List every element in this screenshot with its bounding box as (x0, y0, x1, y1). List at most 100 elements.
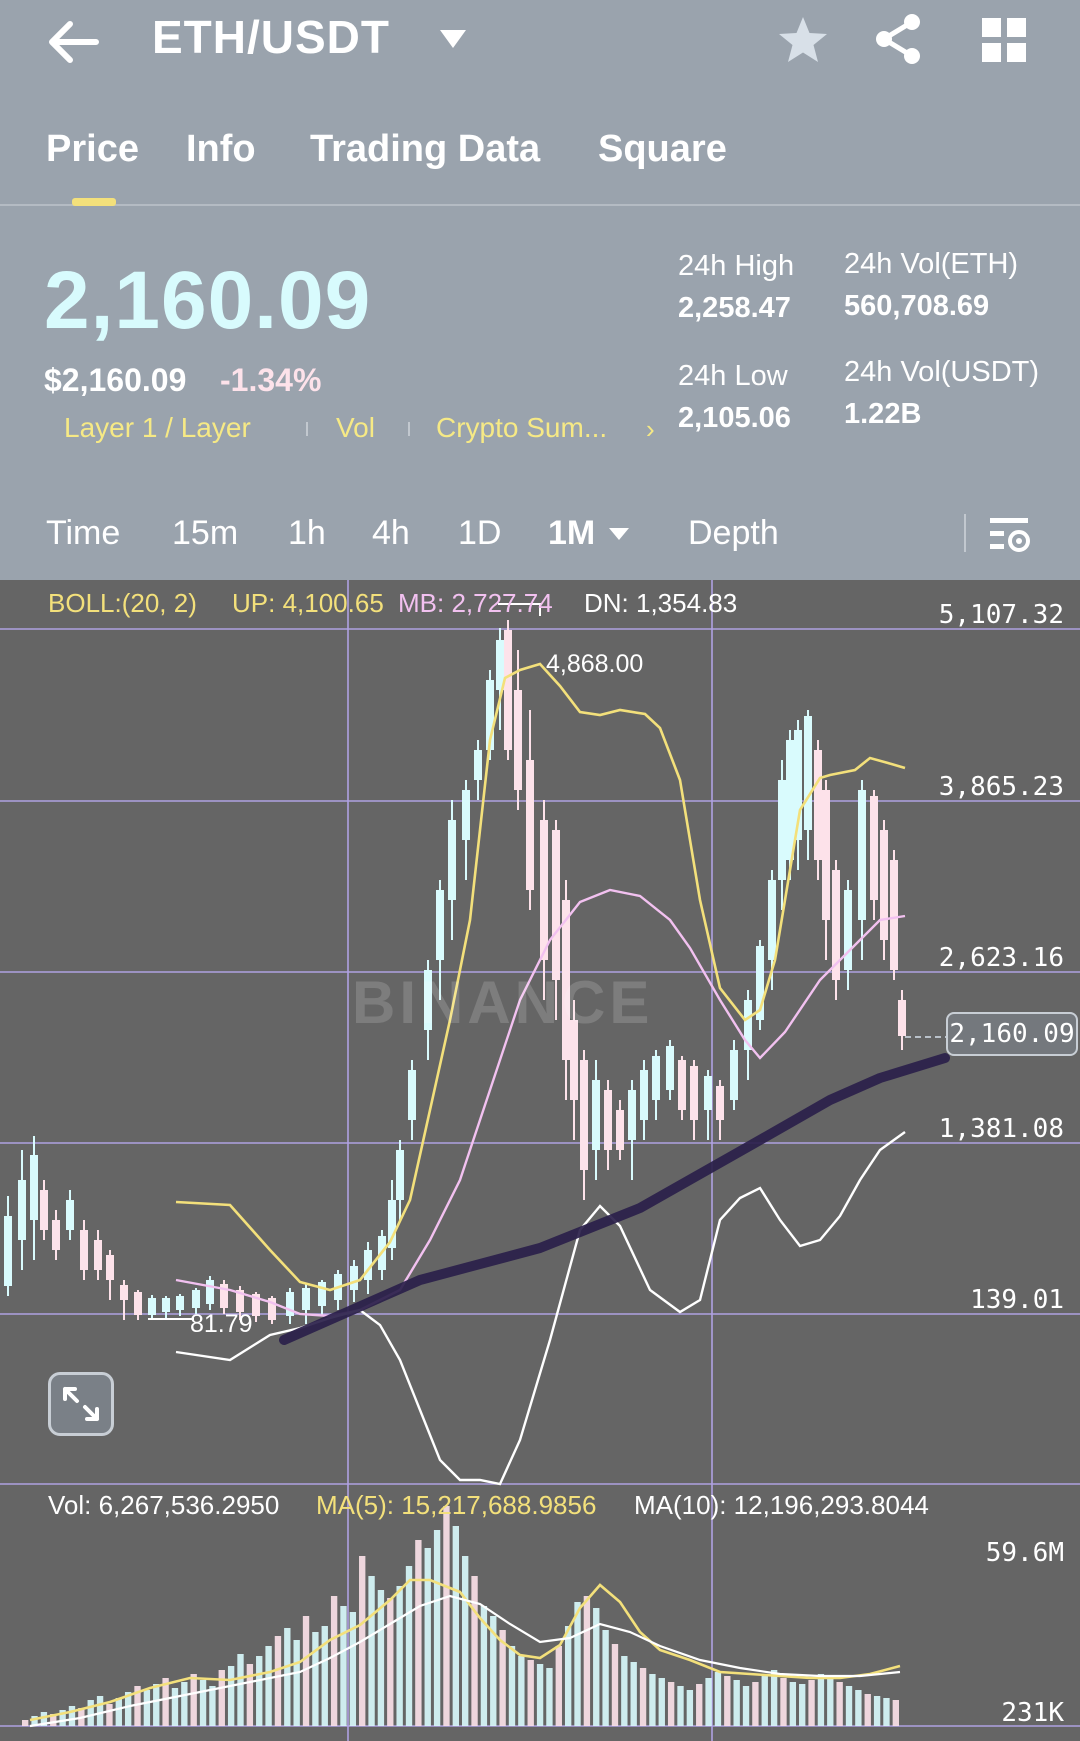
volume-ma5-value: MA(5): 15,217,688.9856 (316, 1490, 597, 1520)
candle-body (148, 1298, 156, 1315)
vol-eth-value: 560,708.69 (844, 290, 990, 322)
caret-down-icon[interactable] (438, 26, 468, 52)
chevron-right-icon[interactable]: › (646, 414, 655, 445)
grid-icon[interactable] (978, 14, 1030, 66)
volume-bar (752, 1682, 759, 1726)
caret-down-icon[interactable] (608, 526, 630, 542)
interval-1h[interactable]: 1h (288, 514, 326, 553)
candle-body (80, 1230, 88, 1270)
volume-bar (836, 1682, 843, 1726)
volume-bar (527, 1660, 534, 1726)
interval-15m[interactable]: 15m (172, 514, 238, 553)
tab-price[interactable]: Price (46, 128, 139, 171)
boll-dn-value: DN: 1,354.83 (584, 588, 738, 618)
chart-canvas (0, 580, 1080, 1741)
volume-bar (827, 1678, 834, 1726)
volume-bar (340, 1606, 347, 1726)
volume-bar (227, 1666, 235, 1726)
pair-title[interactable]: ETH/USDT (152, 10, 390, 64)
current-price-tag: 2,160.09 (946, 1012, 1078, 1056)
vol-usdt-value: 1.22B (844, 398, 922, 430)
interval-depth[interactable]: Depth (688, 514, 779, 553)
share-icon[interactable] (872, 12, 926, 66)
volume-bar (87, 1700, 94, 1726)
volume-bar (115, 1698, 122, 1726)
candle-body (540, 820, 548, 960)
tab-info[interactable]: Info (186, 128, 256, 171)
volume-bar (536, 1664, 544, 1726)
candle-body (716, 1086, 724, 1120)
tag-crypto-sum[interactable]: Crypto Sum... (436, 412, 607, 444)
volume-bar (274, 1636, 282, 1726)
high-marker-label: 4,868.00 (546, 650, 644, 678)
volume-bar (583, 1596, 591, 1726)
tag-separator (306, 422, 308, 436)
volume-bar (780, 1678, 787, 1726)
volume-bars (22, 1506, 899, 1726)
volume-bar (855, 1690, 862, 1726)
candle-body (640, 1070, 648, 1120)
volume-bar (817, 1674, 825, 1726)
volume-bar (546, 1668, 553, 1726)
candle-body (870, 796, 878, 900)
fullscreen-button[interactable] (48, 1372, 114, 1436)
vol-eth-label: 24h Vol(ETH) (844, 248, 1019, 280)
change-percent: -1.34% (220, 362, 322, 398)
volume-bar (789, 1682, 797, 1726)
volume-bar (883, 1698, 890, 1726)
star-icon[interactable] (776, 14, 830, 66)
trendline (279, 1053, 950, 1345)
volume-bar (621, 1656, 628, 1726)
low-marker-label: 81.79 (190, 1310, 253, 1338)
price-axis-label: 1,381.08 (938, 1114, 1064, 1144)
volume-bar (265, 1646, 272, 1726)
tag-vol[interactable]: Vol (336, 412, 375, 444)
candle-body (858, 790, 866, 920)
candle-body (302, 1288, 310, 1310)
volume-bar (686, 1690, 694, 1726)
volume-bar (667, 1682, 675, 1726)
tag-layer1[interactable]: Layer 1 / Layer (64, 412, 251, 444)
kline-chart[interactable] (0, 580, 1080, 1741)
back-arrow-icon[interactable] (44, 14, 104, 70)
volume-bar (246, 1664, 254, 1726)
volume-bar (639, 1668, 647, 1726)
boll-label: BOLL:(20, 2) (48, 588, 197, 618)
interval-1m[interactable]: 1M (548, 514, 595, 553)
vol-usdt-label: 24h Vol(USDT) (844, 356, 1040, 388)
candle-body (350, 1266, 358, 1290)
volume-bar (555, 1646, 562, 1726)
interval-time[interactable]: Time (46, 514, 120, 553)
candle-body (106, 1255, 114, 1280)
candle-body (890, 860, 898, 970)
volume-bar (330, 1596, 338, 1726)
candle-body (448, 820, 456, 900)
volume-bar (649, 1674, 656, 1726)
volume-bar (443, 1506, 450, 1726)
volume-bar (424, 1548, 431, 1726)
volume-bar (106, 1704, 113, 1726)
candle-body (436, 890, 444, 960)
candle-body (52, 1220, 60, 1250)
tab-trading-data[interactable]: Trading Data (310, 128, 540, 171)
candle-body (134, 1292, 142, 1315)
price-axis-label: 2,623.16 (938, 943, 1064, 973)
candle-body (162, 1298, 170, 1312)
volume-bar (808, 1680, 815, 1726)
candle-body (462, 790, 470, 840)
candle-body (408, 1070, 416, 1120)
volume-bar (873, 1696, 881, 1726)
candle-body (814, 750, 822, 860)
candle-body (40, 1190, 48, 1230)
tab-square[interactable]: Square (598, 128, 727, 171)
candle-body (616, 1110, 624, 1150)
volume-bar (143, 1690, 151, 1726)
candle-body (690, 1066, 698, 1120)
volume-bar (696, 1684, 703, 1726)
high-label: 24h High (678, 250, 795, 282)
chart-settings-icon[interactable] (988, 512, 1032, 556)
interval-1d[interactable]: 1D (458, 514, 501, 553)
interval-4h[interactable]: 4h (372, 514, 410, 553)
low-value: 2,105.06 (678, 402, 791, 434)
volume-bar (705, 1678, 712, 1726)
